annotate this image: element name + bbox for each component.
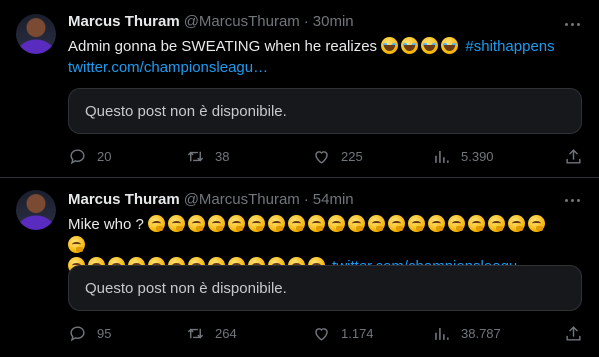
views-icon (435, 327, 449, 340)
like-count: 225 (341, 149, 363, 164)
retweet-button[interactable]: 38 (186, 147, 312, 166)
like-button[interactable]: 1.174 (312, 324, 432, 343)
unavailable-post-card[interactable]: Questo post non è disponibile. (68, 265, 582, 311)
card-text: Questo post non è disponibile. (85, 279, 287, 297)
thinking-emoji-icon (408, 215, 426, 232)
reply-count: 95 (97, 326, 112, 341)
author-name[interactable]: Marcus Thuram (68, 190, 180, 210)
tweet-body-text: Mike who ? (68, 216, 144, 233)
thinking-emoji-icon (448, 215, 466, 232)
action-bar: 20 38 225 5.390 (68, 147, 583, 166)
timestamp[interactable]: 54min (313, 190, 354, 210)
thinking-emoji-icon (68, 236, 85, 253)
views-count: 38.787 (461, 326, 501, 341)
timestamp[interactable]: 30min (313, 12, 354, 32)
retweet-count: 264 (215, 326, 237, 341)
author-handle[interactable]: @MarcusThuram (184, 12, 300, 32)
retweet-icon (187, 328, 204, 339)
retweet-button[interactable]: 264 (186, 324, 312, 343)
like-count: 1.174 (341, 326, 374, 341)
laughing-emoji-icon (421, 37, 439, 54)
thinking-emoji-icon (268, 215, 286, 232)
avatar[interactable] (16, 190, 56, 230)
laughing-emoji-icon (381, 37, 399, 54)
tweet-header: Marcus Thuram @MarcusThuram · 30min (68, 12, 354, 32)
reply-button[interactable]: 95 (68, 324, 186, 343)
thinking-emoji-icon (228, 215, 246, 232)
share-icon (566, 326, 581, 341)
tweet[interactable]: Marcus Thuram @MarcusThuram · 30min Admi… (0, 0, 599, 178)
tweet-text: Admin gonna be SWEATING when he realizes… (68, 36, 563, 78)
tweet[interactable]: Marcus Thuram @MarcusThuram · 54min Mike… (0, 178, 599, 357)
thinking-emoji-icon (148, 215, 166, 232)
thinking-emoji-icon (208, 215, 226, 232)
url-link[interactable]: twitter.com/championsleagu… (68, 59, 268, 76)
thinking-emoji-icon (488, 215, 506, 232)
retweet-icon (187, 151, 204, 162)
laughing-emoji-icon (441, 37, 459, 54)
avatar[interactable] (16, 14, 56, 54)
thinking-emoji-icon (368, 215, 386, 232)
tweet-header: Marcus Thuram @MarcusThuram · 54min (68, 190, 354, 210)
thinking-emoji-icon (388, 215, 406, 232)
reply-icon (70, 149, 85, 165)
share-icon (566, 149, 581, 164)
laugh-emoji-row (381, 37, 461, 55)
thinking-emoji-icon (528, 215, 546, 232)
views-button[interactable]: 5.390 (432, 147, 562, 166)
more-icon[interactable] (561, 16, 583, 32)
views-icon (435, 150, 449, 163)
share-button[interactable] (564, 324, 583, 343)
action-bar: 95 264 1.174 38.787 (68, 324, 583, 343)
separator: · (303, 191, 309, 208)
thinking-emoji-icon (288, 215, 306, 232)
views-button[interactable]: 38.787 (432, 324, 562, 343)
thinking-emoji-icon (248, 215, 266, 232)
card-text: Questo post non è disponibile. (85, 102, 287, 120)
hashtag-link[interactable]: #shithappens (465, 38, 554, 55)
reply-count: 20 (97, 149, 112, 164)
thinking-emoji-icon (308, 215, 326, 232)
like-button[interactable]: 225 (312, 147, 432, 166)
more-icon[interactable] (561, 192, 583, 208)
share-button[interactable] (564, 147, 583, 166)
views-count: 5.390 (461, 149, 494, 164)
thinking-emoji-icon (188, 215, 206, 232)
thinking-emoji-icon (348, 215, 366, 232)
thinking-emoji-icon (168, 215, 186, 232)
heart-icon (315, 328, 328, 341)
unavailable-post-card[interactable]: Questo post non è disponibile. (68, 88, 582, 134)
reply-icon (70, 326, 85, 342)
thinking-emoji-icon (328, 215, 346, 232)
author-handle[interactable]: @MarcusThuram (184, 190, 300, 210)
laughing-emoji-icon (401, 37, 419, 54)
separator: · (303, 13, 309, 30)
thinking-emoji-icon (428, 215, 446, 232)
retweet-count: 38 (215, 149, 230, 164)
thinking-emoji-icon (508, 215, 526, 232)
thinking-emoji-icon (468, 215, 486, 232)
reply-button[interactable]: 20 (68, 147, 186, 166)
tweet-body-text: Admin gonna be SWEATING when he realizes (68, 38, 378, 55)
author-name[interactable]: Marcus Thuram (68, 12, 180, 32)
heart-icon (315, 151, 328, 164)
